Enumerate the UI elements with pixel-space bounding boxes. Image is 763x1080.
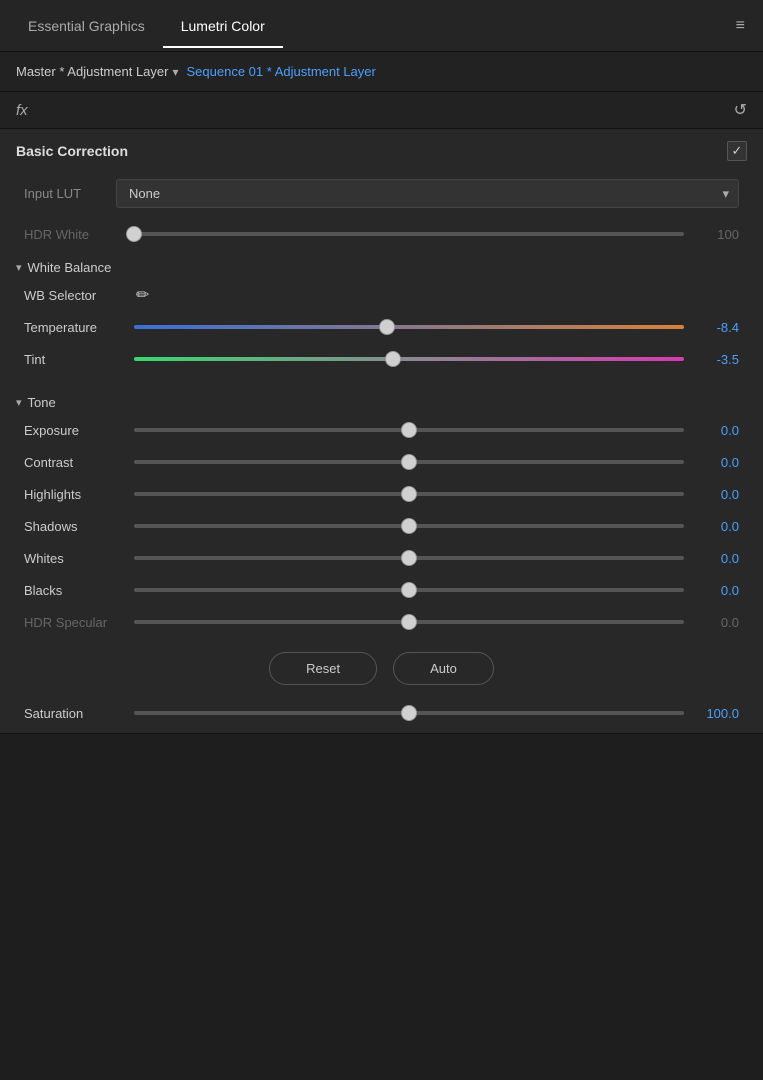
wb-selector-row: WB Selector ✏ [0, 279, 763, 311]
eyedropper-icon[interactable]: ✏ [136, 285, 149, 305]
blacks-value: 0.0 [694, 583, 739, 598]
shadows-value: 0.0 [694, 519, 739, 534]
temperature-thumb[interactable] [379, 319, 395, 335]
shadows-label: Shadows [24, 519, 124, 534]
saturation-track [134, 711, 684, 715]
layer-name: Master * Adjustment Layer [16, 64, 168, 79]
highlights-value: 0.0 [694, 487, 739, 502]
shadows-track [134, 524, 684, 528]
highlights-slider[interactable] [134, 484, 684, 504]
basic-correction-title: Basic Correction [16, 143, 128, 159]
tone-collapse-icon[interactable]: ▾ [16, 396, 22, 409]
blacks-thumb[interactable] [401, 582, 417, 598]
whites-label: Whites [24, 551, 124, 566]
input-lut-row: Input LUT None [0, 173, 763, 218]
temperature-label: Temperature [24, 320, 124, 335]
temperature-row: Temperature -8.4 [0, 311, 763, 343]
reset-button[interactable]: Reset [269, 652, 377, 685]
blacks-row: Blacks 0.0 [0, 574, 763, 606]
hdr-white-value: 100 [694, 227, 739, 242]
whites-value: 0.0 [694, 551, 739, 566]
highlights-label: Highlights [24, 487, 124, 502]
exposure-track [134, 428, 684, 432]
tint-slider[interactable] [134, 349, 684, 369]
exposure-slider[interactable] [134, 420, 684, 440]
layer-selector[interactable]: Master * Adjustment Layer ▾ [16, 64, 179, 79]
reset-auto-row: Reset Auto [0, 638, 763, 699]
saturation-label: Saturation [24, 706, 124, 721]
hdr-specular-row: HDR Specular 0.0 [0, 606, 763, 638]
hdr-white-label: HDR White [24, 227, 124, 242]
highlights-row: Highlights 0.0 [0, 478, 763, 510]
whites-row: Whites 0.0 [0, 542, 763, 574]
contrast-row: Contrast 0.0 [0, 446, 763, 478]
tab-lumetri-color[interactable]: Lumetri Color [163, 4, 283, 48]
highlights-thumb[interactable] [401, 486, 417, 502]
tint-row: Tint -3.5 [0, 343, 763, 375]
whites-track [134, 556, 684, 560]
wb-selector-label: WB Selector [24, 288, 124, 303]
tint-value: -3.5 [694, 352, 739, 367]
basic-correction-section: Basic Correction ✓ Input LUT None HDR Wh… [0, 129, 763, 734]
reset-effect-icon[interactable]: ↺ [734, 100, 747, 120]
contrast-track [134, 460, 684, 464]
shadows-slider[interactable] [134, 516, 684, 536]
exposure-row: Exposure 0.0 [0, 414, 763, 446]
temperature-slider[interactable] [134, 317, 684, 337]
hdr-specular-track [134, 620, 684, 624]
contrast-slider[interactable] [134, 452, 684, 472]
input-lut-label: Input LUT [24, 186, 104, 201]
contrast-value: 0.0 [694, 455, 739, 470]
white-balance-collapse-icon[interactable]: ▾ [16, 261, 22, 274]
whites-slider[interactable] [134, 548, 684, 568]
auto-button[interactable]: Auto [393, 652, 494, 685]
tab-essential-graphics[interactable]: Essential Graphics [10, 4, 163, 48]
tab-bar: Essential Graphics Lumetri Color ≡ [0, 0, 763, 52]
blacks-slider[interactable] [134, 580, 684, 600]
blacks-track [134, 588, 684, 592]
fx-row: fx ↺ [0, 92, 763, 129]
tone-title: Tone [28, 395, 56, 410]
tint-track [134, 357, 684, 361]
tone-header: ▾ Tone [0, 385, 763, 414]
tint-thumb[interactable] [385, 351, 401, 367]
white-balance-header: ▾ White Balance [0, 250, 763, 279]
exposure-value: 0.0 [694, 423, 739, 438]
input-lut-select-wrapper: None [116, 179, 739, 208]
hdr-white-track [134, 232, 684, 236]
temperature-track [134, 325, 684, 329]
input-lut-select[interactable]: None [116, 179, 739, 208]
blacks-label: Blacks [24, 583, 124, 598]
whites-thumb[interactable] [401, 550, 417, 566]
saturation-slider[interactable] [134, 703, 684, 723]
shadows-thumb[interactable] [401, 518, 417, 534]
temperature-value: -8.4 [694, 320, 739, 335]
saturation-row: Saturation 100.0 [0, 699, 763, 733]
saturation-thumb[interactable] [401, 705, 417, 721]
tint-label: Tint [24, 352, 124, 367]
contrast-thumb[interactable] [401, 454, 417, 470]
basic-correction-toggle[interactable]: ✓ [727, 141, 747, 161]
hdr-white-slider[interactable] [134, 224, 684, 244]
hdr-specular-thumb[interactable] [401, 614, 417, 630]
layer-row: Master * Adjustment Layer ▾ Sequence 01 … [0, 52, 763, 92]
panel-menu-icon[interactable]: ≡ [728, 9, 753, 43]
highlights-track [134, 492, 684, 496]
hdr-white-row: HDR White 100 [0, 218, 763, 250]
hdr-specular-value: 0.0 [694, 615, 739, 630]
exposure-thumb[interactable] [401, 422, 417, 438]
checkmark-icon: ✓ [732, 143, 743, 159]
hdr-specular-slider[interactable] [134, 612, 684, 632]
hdr-specular-label: HDR Specular [24, 615, 124, 630]
section-header: Basic Correction ✓ [0, 129, 763, 173]
contrast-label: Contrast [24, 455, 124, 470]
white-balance-title: White Balance [28, 260, 112, 275]
exposure-label: Exposure [24, 423, 124, 438]
layer-chevron-icon: ▾ [172, 65, 178, 79]
sequence-link[interactable]: Sequence 01 * Adjustment Layer [187, 64, 376, 79]
hdr-white-thumb[interactable] [126, 226, 142, 242]
fx-label: fx [16, 102, 28, 119]
saturation-value: 100.0 [694, 706, 739, 721]
shadows-row: Shadows 0.0 [0, 510, 763, 542]
